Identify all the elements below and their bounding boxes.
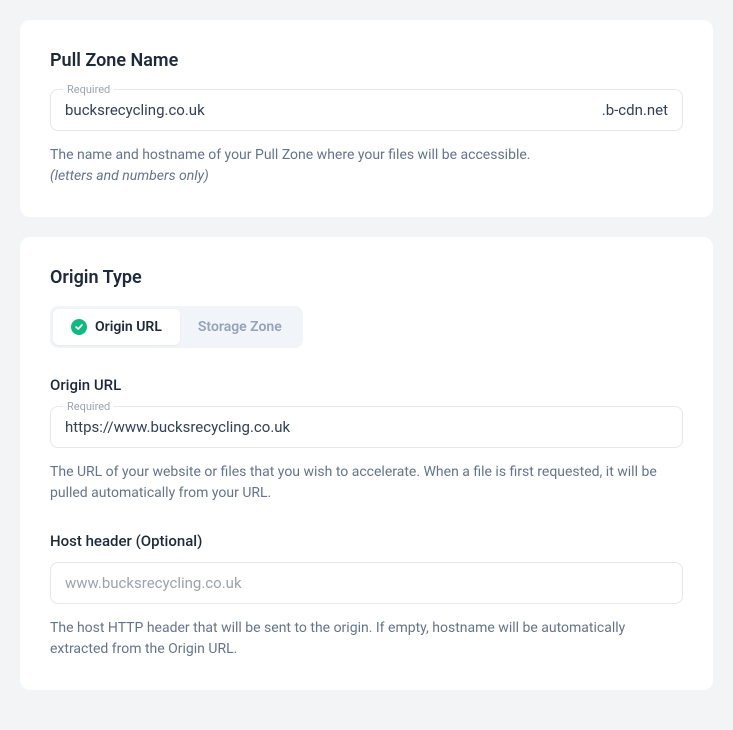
origin-url-field: Origin URL Required The URL of your webs… xyxy=(50,376,683,504)
pull-zone-input-wrapper: Required .b-cdn.net xyxy=(50,89,683,131)
host-header-input-wrapper xyxy=(50,562,683,604)
pull-zone-name-input[interactable] xyxy=(65,101,602,119)
required-label: Required xyxy=(63,83,114,96)
origin-url-label: Origin URL xyxy=(50,376,683,394)
pull-zone-suffix: .b-cdn.net xyxy=(602,101,668,119)
host-header-field: Host header (Optional) The host HTTP hea… xyxy=(50,532,683,660)
host-header-label: Host header (Optional) xyxy=(50,532,683,550)
origin-type-toggle: Origin URL Storage Zone xyxy=(50,306,303,348)
origin-url-input-wrapper: Required xyxy=(50,406,683,448)
storage-zone-toggle[interactable]: Storage Zone xyxy=(180,309,300,345)
check-circle-icon xyxy=(71,319,87,335)
pull-zone-helper: The name and hostname of your Pull Zone … xyxy=(50,145,683,187)
origin-url-toggle-label: Origin URL xyxy=(95,319,162,335)
pull-zone-card: Pull Zone Name Required .b-cdn.net The n… xyxy=(20,20,713,217)
origin-type-card: Origin Type Origin URL Storage Zone Orig… xyxy=(20,237,713,690)
host-header-input[interactable] xyxy=(65,574,668,592)
origin-type-title: Origin Type xyxy=(50,267,683,288)
storage-zone-toggle-label: Storage Zone xyxy=(198,319,282,335)
origin-url-toggle[interactable]: Origin URL xyxy=(53,309,180,345)
origin-url-helper: The URL of your website or files that yo… xyxy=(50,462,683,504)
host-header-helper: The host HTTP header that will be sent t… xyxy=(50,618,683,660)
origin-url-input[interactable] xyxy=(65,418,668,436)
required-label: Required xyxy=(63,400,114,413)
pull-zone-title: Pull Zone Name xyxy=(50,50,683,71)
